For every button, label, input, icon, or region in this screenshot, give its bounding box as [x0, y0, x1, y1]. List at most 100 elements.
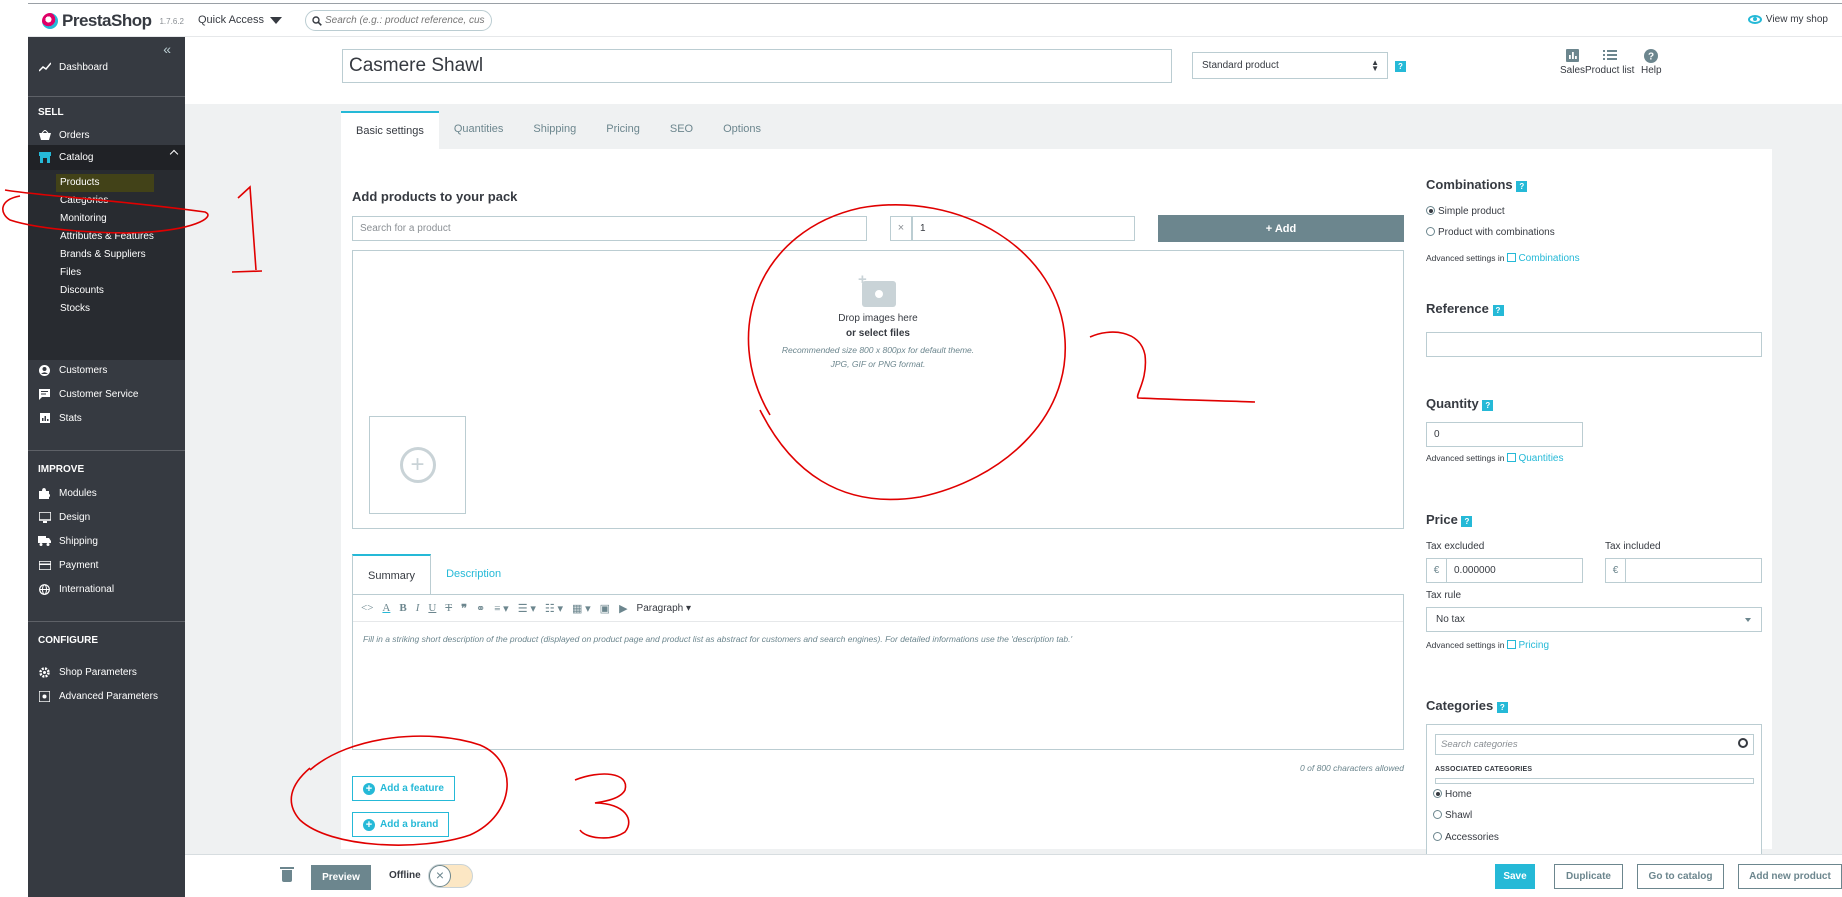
- save-button[interactable]: Save: [1495, 864, 1535, 889]
- text-color-icon[interactable]: A: [382, 602, 390, 614]
- reference-input[interactable]: [1426, 332, 1762, 357]
- radio-product-with-combinations[interactable]: Product with combinations: [1426, 227, 1555, 238]
- sidebar-item-customer-service[interactable]: Customer Service: [28, 383, 185, 405]
- source-code-icon[interactable]: <>: [361, 602, 373, 614]
- category-search-input[interactable]: Search categories: [1435, 734, 1754, 755]
- help-icon[interactable]: ?: [1496, 702, 1508, 713]
- help-icon[interactable]: ?: [1492, 305, 1504, 316]
- blockquote-icon[interactable]: ❞: [461, 602, 467, 615]
- numbered-list-icon[interactable]: ☷ ▾: [545, 602, 563, 615]
- sidebar-subitem-monitoring[interactable]: Monitoring: [60, 213, 107, 224]
- link-icon[interactable]: ⚭: [476, 602, 485, 615]
- add-feature-button[interactable]: + Add a feature: [352, 776, 455, 801]
- sidebar-item-modules[interactable]: Modules: [28, 482, 185, 504]
- tax-rule-value: No tax: [1436, 614, 1465, 625]
- sidebar-item-shipping[interactable]: Shipping: [28, 530, 185, 552]
- duplicate-button[interactable]: Duplicate: [1554, 864, 1623, 889]
- tab-quantities[interactable]: Quantities: [439, 111, 519, 149]
- product-list-link[interactable]: Product list: [1585, 49, 1634, 76]
- tab-pricing[interactable]: Pricing: [591, 111, 655, 149]
- italic-icon[interactable]: I: [416, 602, 420, 614]
- paragraph-format-dropdown[interactable]: Paragraph ▾: [637, 603, 692, 614]
- bold-icon[interactable]: B: [399, 602, 406, 614]
- sidebar-subitem-categories[interactable]: Categories: [60, 195, 108, 206]
- quantity-input[interactable]: [1426, 422, 1583, 447]
- combinations-link[interactable]: Combinations: [1518, 253, 1579, 264]
- strikethrough-icon[interactable]: T: [445, 602, 452, 614]
- pricing-link[interactable]: Pricing: [1518, 640, 1549, 651]
- image-icon[interactable]: ▣: [600, 602, 610, 615]
- tab-seo[interactable]: SEO: [655, 111, 708, 149]
- store-icon: [38, 152, 51, 164]
- sidebar-item-catalog[interactable]: Catalog: [28, 145, 185, 170]
- preview-button[interactable]: Preview: [311, 865, 371, 890]
- add-new-product-button[interactable]: Add new product: [1738, 864, 1842, 889]
- view-my-shop-link[interactable]: View my shop: [1747, 14, 1828, 25]
- media-icon[interactable]: ▶: [619, 602, 627, 615]
- product-name-input[interactable]: [342, 49, 1172, 83]
- tax-rule-select[interactable]: No tax: [1426, 607, 1762, 632]
- help-icon[interactable]: ?: [1461, 516, 1473, 527]
- category-radio-shawl[interactable]: Shawl: [1433, 810, 1472, 821]
- sidebar-item-international[interactable]: International: [28, 578, 185, 600]
- add-brand-label: Add a brand: [380, 819, 439, 830]
- select-files-link[interactable]: or select files: [353, 328, 1403, 339]
- puzzle-icon: [38, 487, 51, 499]
- image-dropzone[interactable]: + Drop images here or select files Recom…: [352, 250, 1404, 529]
- trash-icon[interactable]: [280, 867, 294, 882]
- sidebar-item-customers[interactable]: Customers: [28, 359, 185, 381]
- sidebar-subitem-files[interactable]: Files: [60, 267, 81, 278]
- help-icon[interactable]: ?: [1516, 181, 1528, 192]
- sidebar-item-shop-parameters[interactable]: Shop Parameters: [28, 661, 185, 683]
- align-left-icon[interactable]: ≡ ▾: [494, 602, 508, 615]
- sidebar-subitem-brands-suppliers[interactable]: Brands & Suppliers: [60, 249, 146, 260]
- header-search-input[interactable]: [325, 15, 485, 26]
- pack-product-search-input[interactable]: [352, 216, 867, 241]
- category-radio-accessories[interactable]: Accessories: [1433, 832, 1499, 843]
- sidebar-subitem-stocks[interactable]: Stocks: [60, 303, 90, 314]
- table-icon[interactable]: ▦ ▾: [572, 602, 591, 615]
- online-toggle[interactable]: ×: [428, 864, 473, 888]
- tab-summary[interactable]: Summary: [352, 554, 432, 595]
- bottom-action-bar: Preview Offline × Save Duplicate Go to c…: [185, 854, 1842, 897]
- sidebar-item-dashboard[interactable]: Dashboard: [28, 56, 185, 78]
- price-tax-excluded-input[interactable]: [1446, 558, 1583, 583]
- summary-editor[interactable]: <> A B I U T ❞ ⚭ ≡ ▾ ☰ ▾ ☷ ▾ ▦ ▾ ▣ ▶ Par…: [352, 594, 1404, 750]
- tab-options[interactable]: Options: [708, 111, 776, 149]
- catalog-submenu: Catalog Products Categories Monitoring A…: [28, 145, 185, 360]
- tab-shipping[interactable]: Shipping: [518, 111, 591, 149]
- price-tax-included-input[interactable]: [1625, 558, 1762, 583]
- sidebar-item-design[interactable]: Design: [28, 506, 185, 528]
- quantities-link[interactable]: Quantities: [1518, 453, 1563, 464]
- pack-quantity-input[interactable]: [912, 216, 1135, 241]
- prestashop-logo[interactable]: PrestaShop 1.7.6.2: [42, 11, 184, 31]
- radio-simple-product[interactable]: Simple product: [1426, 206, 1505, 217]
- product-type-select[interactable]: Standard product ▲ ▼: [1192, 52, 1388, 79]
- add-brand-button[interactable]: + Add a brand: [352, 812, 450, 837]
- sidebar-item-orders[interactable]: Orders: [28, 124, 185, 146]
- sidebar-item-payment[interactable]: Payment: [28, 554, 185, 576]
- sidebar-item-advanced-parameters[interactable]: Advanced Parameters: [28, 685, 185, 707]
- add-image-tile[interactable]: +: [369, 416, 466, 514]
- sidebar-subitem-attributes-features[interactable]: Attributes & Features: [60, 231, 154, 242]
- bullet-list-icon[interactable]: ☰ ▾: [518, 602, 536, 615]
- help-icon[interactable]: ?: [1482, 400, 1494, 411]
- collapse-sidebar-icon[interactable]: «: [163, 41, 171, 57]
- tab-basic-settings[interactable]: Basic settings: [341, 111, 439, 149]
- underline-icon[interactable]: U: [428, 602, 436, 614]
- help-icon[interactable]: ?: [1395, 61, 1406, 72]
- pack-add-button[interactable]: + Add: [1158, 215, 1404, 242]
- quick-access-dropdown[interactable]: Quick Access: [198, 14, 283, 26]
- select-arrows-icon: ▲ ▼: [1371, 58, 1379, 73]
- basket-icon: [38, 129, 51, 141]
- sidebar-subitem-discounts[interactable]: Discounts: [60, 285, 104, 296]
- sidebar-subitem-products[interactable]: Products: [60, 177, 99, 188]
- sidebar-item-stats[interactable]: Stats: [28, 407, 185, 429]
- header-search[interactable]: [305, 10, 492, 31]
- sales-link[interactable]: Sales: [1560, 49, 1585, 76]
- category-radio-home[interactable]: Home: [1433, 789, 1472, 800]
- tab-description[interactable]: Description: [431, 554, 516, 595]
- radio-icon: [1433, 789, 1442, 798]
- help-link[interactable]: ? Help: [1641, 49, 1662, 76]
- go-to-catalog-button[interactable]: Go to catalog: [1637, 864, 1724, 889]
